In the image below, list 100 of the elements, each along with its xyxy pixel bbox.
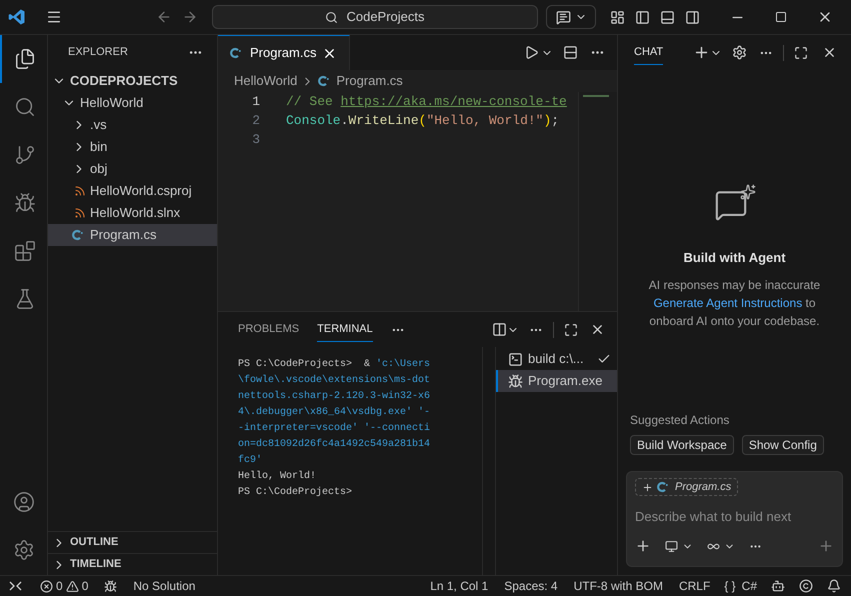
split-editor-icon[interactable] — [563, 45, 578, 60]
rss-icon — [74, 185, 86, 197]
line-number: 1 — [252, 93, 260, 111]
file-name: HelloWorld.csproj — [90, 182, 192, 200]
attachment-chip[interactable]: Program.cs — [635, 478, 738, 496]
line-number: 3 — [252, 131, 260, 149]
panel-tab[interactable]: TERMINAL — [317, 317, 373, 342]
toggle-secondary-sidebar-icon[interactable] — [685, 10, 700, 24]
problems-status[interactable]: 0 0 — [40, 577, 88, 595]
chat-description: AI responses may be inaccurate Generate Agent Instructions to onboard AI onto your codebase. — [648, 276, 822, 330]
tree-item[interactable]: HelloWorld — [48, 92, 217, 114]
solution-status[interactable]: No Solution — [133, 577, 196, 595]
search-icon — [325, 10, 338, 24]
toggle-panel-icon[interactable] — [660, 10, 675, 24]
split-terminal-icon[interactable] — [492, 322, 507, 337]
badge-icon[interactable] — [799, 579, 813, 593]
layout-icon[interactable] — [610, 10, 625, 24]
terminal-text: -interpreter=vscode' '--connecti — [238, 422, 430, 436]
send-icon[interactable] — [818, 538, 834, 554]
line-number: 2 — [252, 112, 260, 130]
tree-item[interactable]: HelloWorld.csproj — [48, 180, 217, 202]
language-status[interactable]: C# — [742, 577, 757, 595]
sidebar-title: EXPLORER — [68, 45, 128, 60]
code-token: ; — [551, 112, 560, 130]
section-header[interactable]: OUTLINE — [48, 531, 217, 553]
code-token: WriteLine — [348, 112, 419, 130]
code-token: . — [340, 112, 348, 130]
file-name: Program.cs — [90, 226, 156, 244]
settings-icon[interactable] — [732, 45, 747, 60]
panel-tab[interactable]: PROBLEMS — [238, 317, 300, 342]
file-name: bin — [90, 138, 108, 156]
instructions-link[interactable]: Generate Agent Instructions — [653, 296, 802, 310]
workspace-header[interactable]: CODEPROJECTS — [48, 70, 217, 92]
bug-icon[interactable] — [104, 580, 118, 592]
add-icon[interactable] — [635, 538, 651, 554]
close-icon[interactable] — [590, 322, 605, 337]
maximize-icon[interactable] — [794, 46, 808, 60]
file-name: obj — [90, 160, 108, 178]
close-icon[interactable] — [822, 45, 837, 60]
breadcrumb-item[interactable]: Program.cs — [336, 71, 403, 91]
app-logo-icon — [8, 8, 26, 26]
warning-icon — [66, 580, 79, 592]
suggestion-button[interactable]: Build Workspace — [630, 435, 734, 455]
terminal-text: nettools.csharp-2.120.3-win32-x6 — [238, 390, 430, 404]
eol-status[interactable]: CRLF — [678, 577, 710, 595]
chat-heading: Build with Agent — [683, 249, 786, 267]
file-name: HelloWorld.slnx — [90, 204, 180, 222]
search-text: CodeProjects — [346, 8, 425, 26]
file-name: CODEPROJECTS — [70, 72, 178, 90]
tree-item[interactable]: obj — [48, 158, 217, 180]
editor-tab[interactable]: Program.cs — [218, 35, 350, 70]
code-token: // See — [286, 93, 334, 111]
terminal-instance[interactable]: Program.exe — [496, 370, 617, 392]
account-icon[interactable] — [12, 491, 34, 513]
terminal-text: PS C:\CodeProjects> & — [238, 358, 372, 372]
monitor-icon[interactable] — [665, 540, 678, 552]
code-link[interactable]: https://aka.ms/new-console-te — [340, 92, 567, 111]
notification-icon[interactable] — [827, 579, 841, 593]
tree-item[interactable]: bin — [48, 136, 217, 158]
maximize-icon[interactable] — [775, 11, 787, 23]
suggestion-button[interactable]: Show Config — [742, 435, 824, 455]
code-token: "Hello, World!" — [426, 112, 544, 130]
settings-icon[interactable] — [12, 539, 34, 561]
plus-icon — [642, 482, 653, 492]
breadcrumb-item[interactable]: HelloWorld — [234, 71, 298, 91]
code-token: ( — [418, 112, 426, 130]
new-chat-icon[interactable] — [693, 44, 710, 61]
indent-status[interactable]: Spaces: 4 — [504, 577, 558, 595]
toggle-sidebar-icon[interactable] — [635, 10, 650, 24]
terminal-text: PS C:\CodeProjects> — [238, 486, 352, 500]
run-icon[interactable] — [524, 45, 539, 60]
code-token: ) — [543, 112, 552, 130]
tree-item[interactable]: Program.cs — [48, 224, 217, 246]
error-icon — [40, 580, 53, 592]
suggested-title: Suggested Actions — [629, 412, 730, 429]
rss-icon — [74, 207, 86, 219]
cursor-position[interactable]: Ln 1, Col 1 — [430, 577, 488, 595]
terminal-text: fc9' — [238, 454, 262, 468]
braces-status[interactable]: { } — [724, 577, 736, 595]
menu-icon[interactable] — [46, 9, 62, 25]
search-field[interactable]: CodeProjects — [212, 5, 538, 29]
terminal-text: \fowle\.vscode\extensions\ms-dot — [238, 374, 430, 388]
chat-input[interactable]: Describe what to build next — [635, 506, 834, 526]
maximize-panel-icon[interactable] — [564, 322, 578, 336]
terminal-instance[interactable]: build c:\... — [496, 348, 617, 370]
code-token: Console — [286, 112, 341, 130]
encoding-status[interactable]: UTF-8 with BOM — [574, 577, 663, 595]
file-name: HelloWorld — [80, 94, 144, 112]
tree-item[interactable]: .vs — [48, 114, 217, 136]
section-title: OUTLINE — [70, 535, 118, 550]
chat-menu-button[interactable] — [546, 5, 596, 29]
tree-item[interactable]: HelloWorld.slnx — [48, 202, 217, 224]
bug-icon — [508, 374, 523, 388]
terminal-text: on=dc81092d26fc4a1492c549a281b14 — [238, 438, 430, 452]
chat-tab[interactable]: CHAT — [634, 40, 664, 65]
terminal-text: Hello, World! — [238, 470, 316, 484]
terminal-text: 4\.debugger\x86_64\vsdbg.exe' '- — [238, 406, 430, 420]
terminal-text: 'c:\Users — [376, 358, 430, 372]
file-name: .vs — [90, 116, 107, 134]
section-title: TIMELINE — [70, 557, 122, 572]
